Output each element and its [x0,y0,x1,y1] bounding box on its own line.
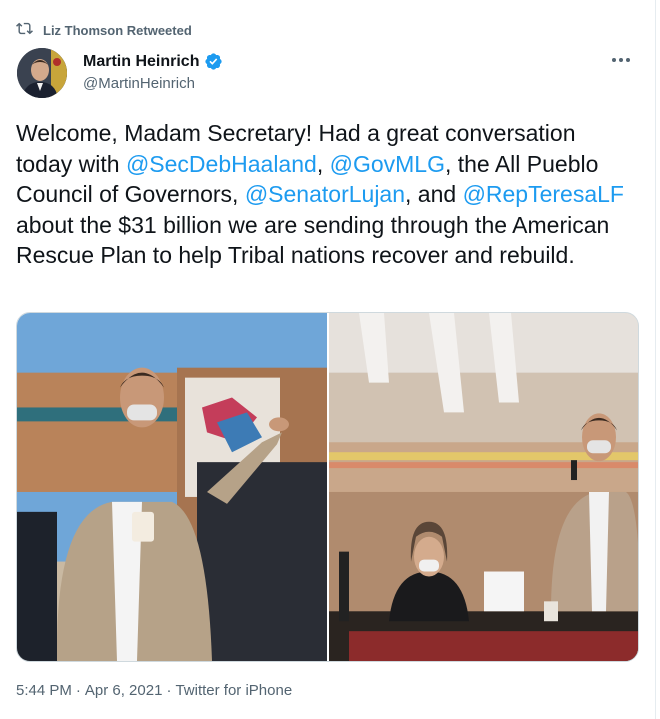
tweet-metadata: 5:44 PM · Apr 6, 2021 · Twitter for iPho… [16,682,292,699]
more-options-icon[interactable] [607,50,635,70]
mention-link[interactable]: @SecDebHaaland [126,151,317,177]
author-block[interactable]: Martin Heinrich @MartinHeinrich [83,52,223,92]
retweet-icon [16,20,33,40]
meta-separator: · [75,682,81,699]
mention-link[interactable]: @SenatorLujan [245,181,405,207]
mention-link[interactable]: @RepTeresaLF [463,181,624,207]
avatar[interactable] [17,48,67,98]
tweet-text-part: about the $31 billion we are sending thr… [16,211,610,269]
photo-1[interactable] [17,313,327,661]
retweet-context[interactable]: Liz Thomson Retweeted [16,20,192,40]
meta-separator: · [166,682,172,699]
retweet-label: Liz Thomson Retweeted [43,22,192,38]
verified-badge-icon [204,52,223,71]
tweet-date[interactable]: Apr 6, 2021 [85,682,163,699]
author-handle[interactable]: @MartinHeinrich [83,75,223,92]
tweet-time[interactable]: 5:44 PM [16,682,72,699]
media-grid[interactable] [16,312,639,662]
mention-link[interactable]: @GovMLG [330,151,445,177]
tweet-source[interactable]: Twitter for iPhone [175,682,292,699]
photo-2[interactable] [329,313,638,661]
author-name[interactable]: Martin Heinrich [83,53,199,71]
tweet-text-part: , [316,150,330,177]
tweet-text-part: , and [405,181,463,207]
tweet-card[interactable]: Liz Thomson Retweeted Martin Heinrich @M… [0,0,656,719]
tweet-text: Welcome, Madam Secretary! Had a great co… [16,118,636,271]
